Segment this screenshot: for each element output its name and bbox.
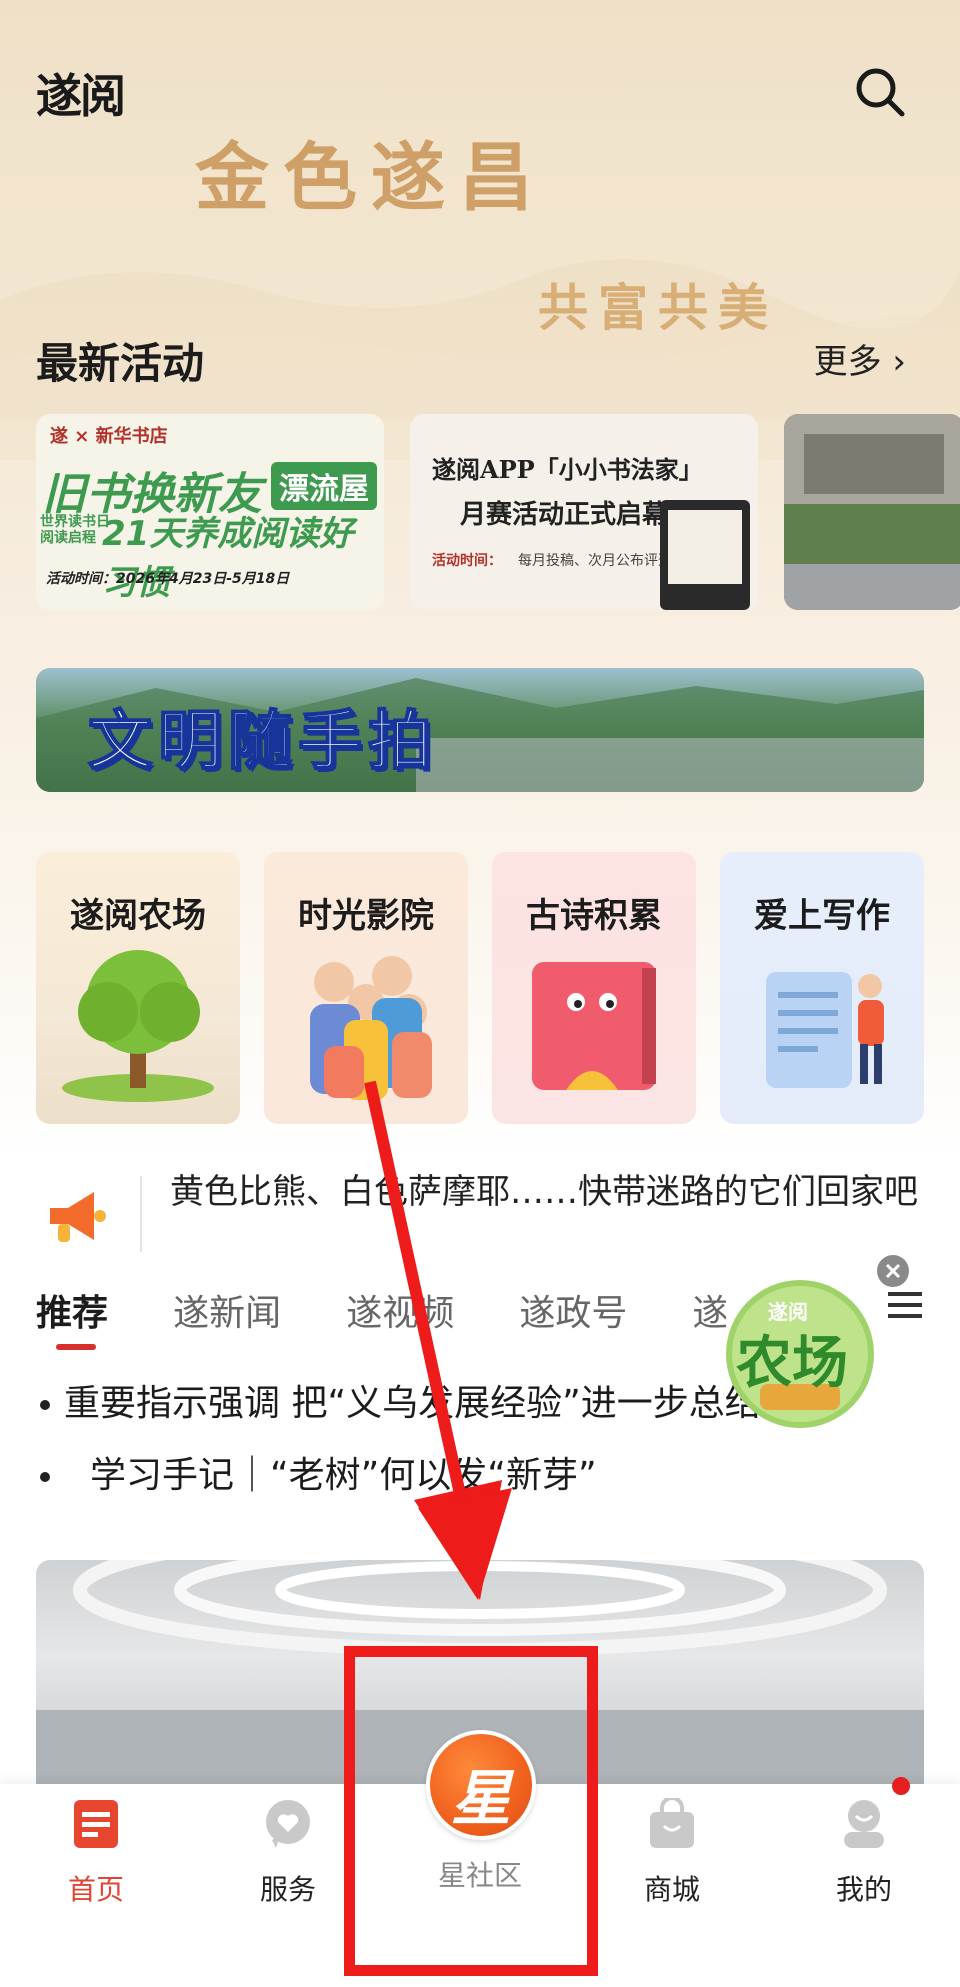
home-icon <box>74 1800 118 1848</box>
chat-bubble-icon <box>266 1800 310 1848</box>
close-icon[interactable] <box>876 1254 910 1288</box>
nav-label: 商城 <box>643 1873 700 1906</box>
street-photo <box>784 414 960 610</box>
tile-farm[interactable]: 遂阅农场 <box>36 852 240 1124</box>
nav-label: 首页 <box>67 1873 124 1906</box>
announcement-text[interactable]: 黄色比熊、白色萨摩耶……快带迷路的它们回家吧 <box>170 1166 930 1218</box>
card-subtitle: 21天养成阅读好习惯 <box>102 514 354 603</box>
nav-mine[interactable]: 我的 <box>768 1784 960 1974</box>
app-screen: 遂阅 金色遂昌 共富共美 最新活动 更多 › 遂 × 新华书店 旧书换新友 漂流… <box>0 0 960 1987</box>
divider <box>140 1176 142 1252</box>
tab-gov[interactable]: 遂政号 <box>519 1284 627 1336</box>
calligraphy-desk-image <box>660 500 750 610</box>
tile-cinema[interactable]: 时光影院 <box>264 852 468 1124</box>
card-subtitle: 月赛活动正式启幕! <box>460 500 680 530</box>
bullet-icon <box>40 1400 50 1410</box>
megaphone-icon <box>50 1192 106 1242</box>
nav-label: 我的 <box>835 1873 892 1906</box>
tile-poetry[interactable]: 古诗积累 <box>492 852 696 1124</box>
news-headline[interactable]: 学习手记｜“老树”何以发“新芽” <box>36 1446 924 1498</box>
card-title: 遂阅APP「小小书法家」 <box>432 455 703 484</box>
card-brand: 遂 × 新华书店 <box>50 426 168 447</box>
app-logo: 遂阅 <box>36 69 126 123</box>
tab-recommend[interactable]: 推荐 <box>36 1284 108 1336</box>
hero-subheadline: 共富共美 <box>538 278 778 337</box>
news-tabs: 推荐 遂新闻 遂视频 遂政号 遂报 <box>36 1284 726 1344</box>
nav-mall[interactable]: 商城 <box>576 1784 768 1974</box>
activity-card[interactable]: 遂 × 新华书店 旧书换新友 漂流屋 世界读书日 阅读启程 21天养成阅读好习惯… <box>36 414 384 610</box>
civility-banner[interactable]: 文明随手拍 <box>36 668 924 792</box>
menu-icon[interactable] <box>888 1290 922 1320</box>
banner-title: 文明随手拍 <box>87 703 438 780</box>
user-icon <box>844 1800 884 1848</box>
news-title: 学习手记｜“老树”何以发“新芽” <box>90 1455 597 1496</box>
shopping-bag-icon <box>650 1798 694 1848</box>
book-icon <box>532 962 656 1090</box>
card-date: 活动时间：2026年4月23日-5月18日 <box>46 571 290 587</box>
tab-paper[interactable]: 遂报 <box>692 1284 726 1336</box>
active-tab-indicator <box>56 1344 96 1350</box>
activity-card[interactable]: 遂阅APP「小小书法家」 月赛活动正式启幕! 活动时间： 每月投稿、次月公布评选… <box>410 414 758 610</box>
news-title: 重要指示强调 把“义乌发展经验”进一步总结好运 <box>64 1383 833 1424</box>
activity-card[interactable] <box>784 414 960 610</box>
tile-writing[interactable]: 爱上写作 <box>720 852 924 1124</box>
tab-video[interactable]: 遂视频 <box>346 1284 454 1336</box>
farm-float-button[interactable]: 遂阅 农场 <box>724 1278 876 1430</box>
search-icon[interactable] <box>852 64 908 120</box>
bullet-icon <box>40 1472 50 1482</box>
section-title: 最新活动 <box>36 339 205 388</box>
notification-dot <box>892 1777 910 1795</box>
card-badge: 漂流屋 <box>271 462 377 510</box>
hero-headline: 金色遂昌 <box>195 135 547 221</box>
nav-home[interactable]: 首页 <box>0 1784 192 1974</box>
farm-badge-label: 农场 <box>736 1330 848 1396</box>
more-link[interactable]: 更多 › <box>814 334 906 383</box>
writing-scroll-icon <box>766 972 884 1088</box>
tree-icon <box>62 950 214 1102</box>
card-date-label: 活动时间： <box>432 553 502 569</box>
red-highlight-box <box>344 1646 598 1976</box>
activity-carousel[interactable]: 遂 × 新华书店 旧书换新友 漂流屋 世界读书日 阅读启程 21天养成阅读好习惯… <box>36 414 960 610</box>
tab-news[interactable]: 遂新闻 <box>173 1284 281 1336</box>
family-icon <box>310 956 432 1100</box>
